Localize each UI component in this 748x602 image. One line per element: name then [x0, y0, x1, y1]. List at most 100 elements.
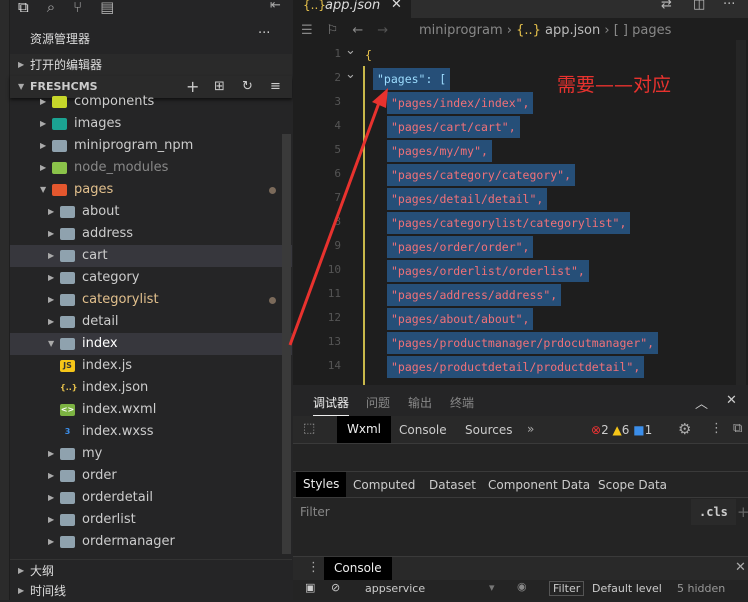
chevron-right-icon[interactable]: ▶: [48, 465, 54, 487]
chevron-right-icon[interactable]: ▶: [48, 245, 54, 267]
tree-item[interactable]: ▶ orderlist: [10, 509, 292, 531]
chevron-right-icon[interactable]: ▶: [48, 531, 54, 553]
tab-app-json[interactable]: {..} app.json ✕: [293, 0, 411, 18]
chevron-right-icon[interactable]: ▶: [48, 289, 54, 311]
tree-item[interactable]: ▶ ordermanager: [10, 531, 292, 553]
tree-item[interactable]: ▶ address: [10, 223, 292, 245]
tab-problems[interactable]: 问题: [366, 394, 390, 411]
more-icon[interactable]: ···: [258, 26, 270, 41]
extensions-icon[interactable]: ▤: [100, 0, 114, 16]
cls-button[interactable]: .cls: [691, 499, 736, 525]
files-icon[interactable]: ⧉: [18, 0, 29, 16]
chevron-right-icon[interactable]: ▶: [40, 135, 46, 157]
chevron-right-icon[interactable]: ▶: [48, 267, 54, 289]
timeline-section[interactable]: ▶ 时间线: [10, 580, 292, 602]
tab-computed[interactable]: Computed: [353, 478, 415, 492]
tree-item[interactable]: {..} index.json: [10, 377, 292, 399]
chevron-right-icon[interactable]: ▶: [48, 201, 54, 223]
tab-dataset[interactable]: Dataset: [429, 478, 476, 492]
open-editors-section[interactable]: ▶ 打开的编辑器: [10, 54, 292, 76]
tree-item[interactable]: ▶ order: [10, 465, 292, 487]
tree-item[interactable]: 3 index.wxss: [10, 421, 292, 443]
line-number: 13: [327, 335, 341, 348]
tree-item[interactable]: ▶ orderdetail: [10, 487, 292, 509]
tree-scrollbar[interactable]: [282, 134, 291, 554]
forward-icon[interactable]: →: [377, 23, 388, 38]
tree-item[interactable]: ▶ categorylist: [10, 289, 292, 311]
chevron-right-icon[interactable]: ▶: [48, 443, 54, 465]
tree-item[interactable]: ▶ cart: [10, 245, 292, 267]
compare-icon[interactable]: ⇄: [661, 0, 672, 12]
tab-styles[interactable]: Styles: [296, 472, 347, 497]
tree-item[interactable]: ▶ category: [10, 267, 292, 289]
code-line: {: [365, 48, 372, 62]
chevron-down-icon[interactable]: ▼: [48, 333, 54, 355]
tree-item[interactable]: ▶ miniprogram_npm: [10, 135, 292, 157]
tab-output[interactable]: 输出: [408, 394, 432, 411]
chevron-right-icon[interactable]: ▶: [48, 223, 54, 245]
chevron-right-icon[interactable]: ▶: [48, 509, 54, 531]
chevron-down-icon[interactable]: ▼: [40, 179, 46, 201]
tree-item[interactable]: <> index.wxml: [10, 399, 292, 421]
search-icon[interactable]: ⌕: [47, 0, 55, 16]
tab-component-data[interactable]: Component Data: [488, 478, 590, 492]
tab-sources[interactable]: Sources: [465, 423, 512, 437]
back-icon[interactable]: ←: [352, 23, 363, 38]
folder-icon: [60, 492, 75, 504]
drawer-console-tab[interactable]: Console: [324, 557, 392, 580]
outline-section[interactable]: ▶ 大纲: [10, 559, 292, 581]
kebab-menu-icon[interactable]: ⋮: [710, 421, 723, 436]
outline-icon[interactable]: ☰: [301, 23, 313, 38]
chevron-right-icon[interactable]: ▶: [48, 311, 54, 333]
chevron-right-icon[interactable]: ▶: [40, 157, 46, 179]
more-tabs-icon[interactable]: »: [527, 422, 534, 436]
add-style-icon[interactable]: +: [737, 503, 748, 521]
tree-item[interactable]: ▶ about: [10, 201, 292, 223]
fold-icon[interactable]: ⌄: [345, 67, 356, 82]
chevron-right-icon[interactable]: ▶: [40, 113, 46, 135]
styles-filter-input[interactable]: Filter: [300, 505, 330, 519]
console-filter-input[interactable]: Filter: [549, 581, 585, 596]
sidebar-toggle-icon[interactable]: ▣: [305, 581, 315, 594]
tab-terminal[interactable]: 终端: [450, 394, 474, 411]
chevron-right-icon[interactable]: ▶: [40, 91, 46, 113]
tree-item[interactable]: JS index.js: [10, 355, 292, 377]
maximize-panel-icon[interactable]: ︿: [695, 393, 708, 412]
editor-scrollbar[interactable]: [736, 40, 746, 385]
tab-console[interactable]: Console: [399, 423, 447, 437]
tree-item[interactable]: ▼ index: [10, 333, 292, 355]
close-panel-icon[interactable]: ✕: [726, 393, 737, 408]
settings-icon[interactable]: ⚙: [678, 420, 691, 438]
issue-counters[interactable]: ⊗2 ▲6 ■1: [591, 423, 652, 437]
split-editor-icon[interactable]: ◫: [693, 0, 705, 12]
bookmark-icon[interactable]: ⚐: [327, 23, 339, 38]
clear-console-icon[interactable]: ⊘: [331, 581, 340, 594]
collapse-panel-icon[interactable]: ⇤: [270, 0, 281, 13]
json-icon: {..}: [303, 0, 326, 12]
tab-scope-data[interactable]: Scope Data: [598, 478, 667, 492]
context-select[interactable]: appservice: [365, 582, 425, 595]
tree-item[interactable]: ▶ my: [10, 443, 292, 465]
tree-item-label: order: [82, 468, 117, 483]
chevron-right-icon[interactable]: ▶: [48, 487, 54, 509]
hidden-count: 5 hidden: [677, 582, 726, 595]
dock-icon[interactable]: ⧉: [733, 421, 742, 436]
fold-icon[interactable]: ⌄: [345, 43, 356, 58]
tree-item[interactable]: ▶ images: [10, 113, 292, 135]
source-control-icon[interactable]: ⑂: [73, 0, 82, 16]
tab-wxml[interactable]: Wxml: [337, 416, 391, 443]
tree-item[interactable]: ▼ pages: [10, 179, 292, 201]
tree-item[interactable]: ▶ node_modules: [10, 157, 292, 179]
more-actions-icon[interactable]: ···: [723, 0, 735, 12]
close-tab-icon[interactable]: ✕: [391, 0, 402, 12]
drawer-menu-icon[interactable]: ⋮: [307, 560, 320, 575]
tree-item[interactable]: ▶ detail: [10, 311, 292, 333]
tab-debugger[interactable]: 调试器: [313, 394, 350, 416]
inspect-icon[interactable]: ⬚: [303, 421, 315, 436]
tree-item[interactable]: ▶ components: [10, 91, 292, 113]
close-drawer-icon[interactable]: ✕: [735, 560, 746, 575]
log-level-select[interactable]: Default level: [592, 582, 662, 595]
eye-icon[interactable]: ◉: [517, 580, 527, 593]
code-line: "pages/order/order",: [387, 236, 534, 258]
error-icon: ⊗: [591, 423, 602, 437]
